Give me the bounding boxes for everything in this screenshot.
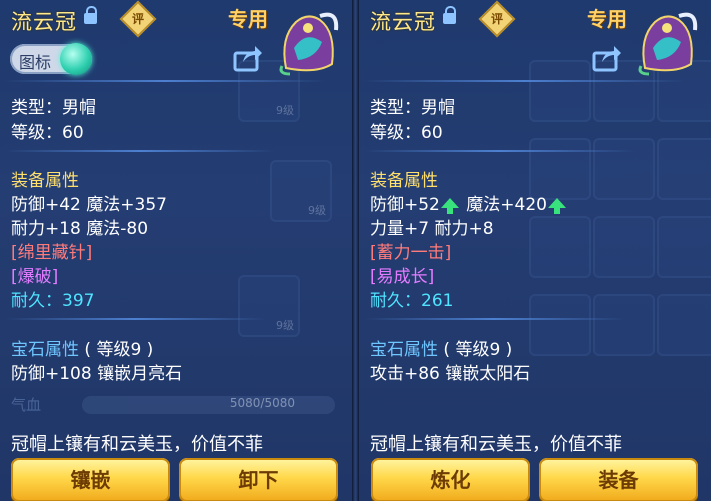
item-level: 等级：60	[370, 123, 443, 143]
evaluate-label: 评	[131, 12, 144, 26]
hat-icon	[638, 12, 698, 76]
exclusive-badge: 专用	[587, 7, 627, 31]
stat-up-arrow-icon	[440, 198, 459, 214]
item-type: 类型：男帽	[370, 98, 455, 118]
divider-line	[364, 150, 634, 152]
item-title: 流云冠	[11, 10, 77, 34]
hat-icon	[279, 12, 339, 76]
lock-icon[interactable]	[84, 6, 97, 25]
hp-value: 5080/5080	[229, 396, 295, 410]
divider-line	[5, 150, 275, 152]
inlay-button[interactable]: 镶嵌	[11, 458, 170, 501]
special-effect: [蓄力一击]	[370, 243, 452, 263]
attributes-line: 防御+52 魔法+420	[370, 190, 568, 215]
evaluate-icon[interactable]: 评	[119, 0, 157, 38]
gem-header: 宝石属性	[11, 340, 79, 360]
icon-toggle[interactable]: 图标	[10, 43, 92, 75]
durability: 耐久：261	[370, 286, 453, 311]
attributes-line: 防御+42 魔法+357	[11, 195, 167, 215]
attributes-line: 力量+7 耐力+8	[370, 219, 494, 239]
special-skill: [爆破]	[11, 267, 59, 287]
inventory-grid-backdrop: 9级 9级 9级	[230, 60, 352, 390]
divider-line	[364, 80, 684, 82]
durability-label: 耐久：	[370, 291, 421, 311]
attributes-header: 装备属性	[11, 171, 79, 191]
attributes-line: 耐力+18 魔法-80	[11, 219, 149, 239]
defense-stat: 防御+52	[370, 195, 440, 215]
evaluate-label: 评	[490, 12, 503, 26]
exclusive-badge: 专用	[228, 7, 268, 31]
share-icon[interactable]	[592, 44, 622, 72]
item-type: 类型：男帽	[11, 98, 96, 118]
equipped-item-panel: 9级 9级 9级 流云冠 评 专用 图标 类型：男帽 等级：60 装备属性 防御…	[0, 0, 352, 501]
attributes-header: 装备属性	[370, 171, 438, 191]
compare-item-panel: 流云冠 评 专用 类型：男帽 等级：60 装备属性 防御+52 魔法+420 力…	[359, 0, 711, 501]
gem-attributes: 宝石属性 ( 等级9 )	[11, 335, 153, 360]
divider-line	[364, 318, 624, 320]
item-title: 流云冠	[370, 10, 436, 34]
durability-value: 261	[421, 291, 454, 311]
special-skill: [易成长]	[370, 267, 435, 287]
refine-button[interactable]: 炼化	[371, 458, 530, 501]
durability: 耐久：397	[11, 286, 94, 311]
item-description: 冠帽上镶有和云美玉，价值不菲	[11, 434, 263, 455]
gem-level: ( 等级9 )	[84, 340, 154, 360]
equip-button[interactable]: 装备	[539, 458, 698, 501]
durability-value: 397	[62, 291, 95, 311]
evaluate-icon[interactable]: 评	[478, 0, 516, 38]
grid-level-label: 9级	[276, 319, 294, 332]
gem-attributes: 宝石属性 ( 等级9 )	[370, 335, 512, 360]
inventory-grid-backdrop	[509, 60, 711, 390]
magic-stat: 魔法+420	[460, 195, 547, 215]
item-description: 冠帽上镶有和云美玉，价值不菲	[370, 434, 622, 455]
item-level: 等级：60	[11, 123, 84, 143]
toggle-knob	[60, 43, 92, 75]
hp-bar: 5080/5080	[82, 396, 335, 414]
hp-label: 气血	[11, 396, 42, 414]
grid-level-label: 9级	[276, 104, 294, 117]
lock-icon[interactable]	[443, 6, 456, 25]
divider-line	[5, 318, 265, 320]
share-icon[interactable]	[233, 44, 263, 72]
gem-header: 宝石属性	[370, 340, 438, 360]
icon-toggle-label: 图标	[19, 53, 52, 72]
divider-line	[5, 80, 325, 82]
stat-up-arrow-icon	[548, 198, 566, 214]
special-effect: [绵里藏针]	[11, 243, 93, 263]
panel-divider	[352, 0, 359, 501]
gem-line: 攻击+86 镶嵌太阳石	[370, 364, 531, 384]
durability-label: 耐久：	[11, 291, 62, 311]
gem-level: ( 等级9 )	[443, 340, 513, 360]
remove-button[interactable]: 卸下	[179, 458, 338, 501]
grid-level-label: 9级	[308, 204, 326, 217]
gem-line: 防御+108 镶嵌月亮石	[11, 364, 183, 384]
